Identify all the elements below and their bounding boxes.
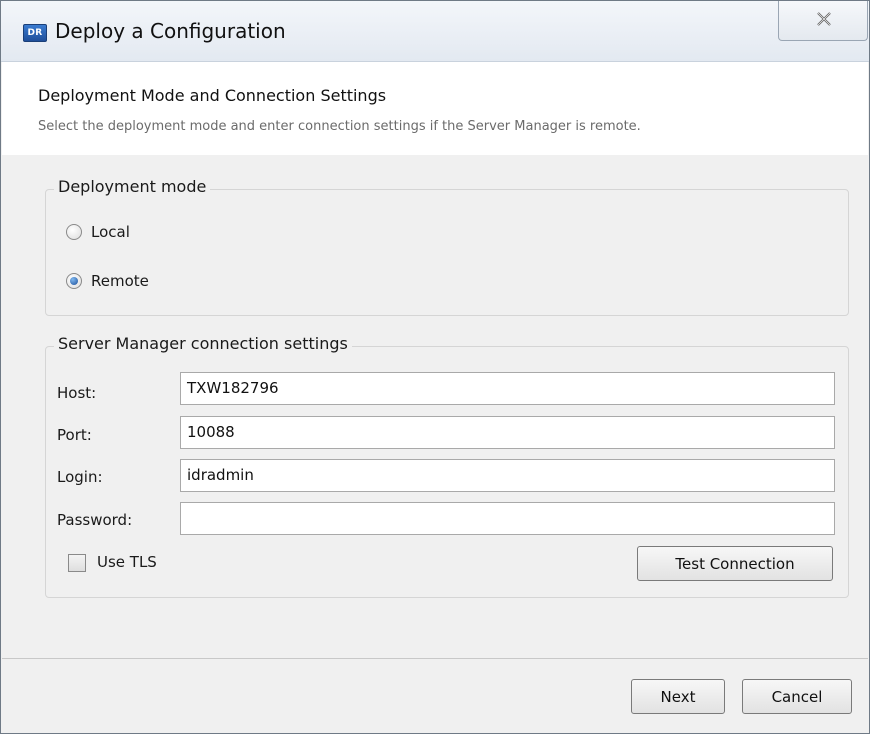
cancel-button[interactable]: Cancel (742, 679, 852, 714)
radio-remote[interactable] (66, 273, 82, 289)
title-bar[interactable]: DR Deploy a Configuration (1, 1, 869, 62)
radio-local-row[interactable]: Local (66, 223, 130, 241)
app-icon: DR (23, 24, 47, 42)
connection-settings-legend: Server Manager connection settings (54, 334, 352, 353)
login-input[interactable]: idradmin (180, 459, 835, 492)
radio-remote-label: Remote (91, 272, 149, 290)
deploy-dialog: DR Deploy a Configuration Deployment Mod… (0, 0, 870, 734)
page-title: Deployment Mode and Connection Settings (38, 86, 387, 105)
close-button[interactable] (778, 1, 868, 41)
radio-remote-row[interactable]: Remote (66, 272, 149, 290)
use-tls-label[interactable]: Use TLS (97, 553, 157, 571)
login-label: Login: (57, 468, 103, 486)
page-subtitle: Select the deployment mode and enter con… (38, 119, 641, 134)
port-input[interactable]: 10088 (180, 416, 835, 449)
close-icon (817, 12, 831, 26)
host-input[interactable]: TXW182796 (180, 372, 835, 405)
password-input[interactable] (180, 502, 835, 535)
deployment-mode-legend: Deployment mode (54, 177, 211, 196)
footer-separator (2, 658, 868, 659)
password-label: Password: (57, 511, 133, 529)
window-title: Deploy a Configuration (55, 19, 286, 43)
deployment-mode-group: Deployment mode Local Remote (45, 177, 849, 316)
host-label: Host: (57, 384, 97, 402)
header-panel: Deployment Mode and Connection Settings … (2, 62, 868, 155)
radio-local[interactable] (66, 224, 82, 240)
port-label: Port: (57, 426, 92, 444)
use-tls-checkbox[interactable] (68, 554, 86, 572)
next-button[interactable]: Next (631, 679, 725, 714)
radio-local-label: Local (91, 223, 130, 241)
test-connection-button[interactable]: Test Connection (637, 546, 833, 581)
